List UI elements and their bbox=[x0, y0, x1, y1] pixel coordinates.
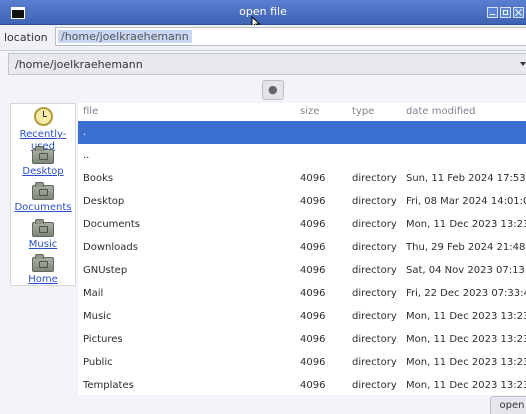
cell-date: Mon, 11 Dec 2023 13:23:17 +0 bbox=[406, 219, 526, 230]
folder-music-icon bbox=[32, 219, 54, 237]
cell-size: 4096 bbox=[300, 380, 326, 391]
cell-date: Thu, 29 Feb 2024 21:48:56 + bbox=[406, 242, 526, 253]
cell-size: 4096 bbox=[300, 242, 326, 253]
cell-type: directory bbox=[352, 288, 397, 299]
cell-size: 4096 bbox=[300, 334, 326, 345]
table-row[interactable]: Downloads 4096 directory Thu, 29 Feb 2024 2… bbox=[78, 236, 526, 259]
sidebar-item-documents[interactable]: Documents bbox=[11, 182, 75, 214]
cell-type: directory bbox=[352, 334, 397, 345]
cell-type: directory bbox=[352, 219, 397, 230]
cell-type: directory bbox=[352, 265, 397, 276]
cell-name: Books bbox=[83, 173, 114, 184]
table-row[interactable]: Documents 4096 directory Mon, 11 Dec 2023 1… bbox=[78, 213, 526, 236]
cell-name: Public bbox=[83, 357, 113, 368]
cell-name: Downloads bbox=[83, 242, 138, 253]
column-header-size[interactable]: size bbox=[300, 103, 319, 121]
open-button[interactable]: open bbox=[490, 396, 526, 414]
cell-size: 4096 bbox=[300, 357, 326, 368]
location-bar: location /home/joelkraehemann bbox=[0, 25, 526, 51]
folder-home-icon bbox=[32, 254, 54, 272]
sidebar-item-label[interactable]: Desktop bbox=[11, 166, 75, 178]
file-list[interactable]: file size type date modified ... Books 409… bbox=[78, 103, 526, 395]
location-label: location bbox=[4, 31, 48, 44]
cell-type: directory bbox=[352, 357, 397, 368]
table-row[interactable]: .. bbox=[78, 144, 526, 167]
column-header-type[interactable]: type bbox=[352, 103, 374, 121]
cell-type: directory bbox=[352, 311, 397, 322]
show-hidden-toggle-button[interactable]: ● bbox=[262, 80, 284, 100]
sidebar-item-label[interactable]: Documents bbox=[11, 202, 75, 214]
cell-size: 4096 bbox=[300, 173, 326, 184]
cell-name: Mail bbox=[83, 288, 104, 299]
table-row[interactable]: Pictures 4096 directory Mon, 11 Dec 2023 13… bbox=[78, 328, 526, 351]
cell-date: Fri, 08 Mar 2024 14:01:01 +0 bbox=[406, 196, 526, 207]
table-row[interactable]: Desktop 4096 directory Fri, 08 Mar 2024 14:… bbox=[78, 190, 526, 213]
cell-name: Pictures bbox=[83, 334, 123, 345]
title-bar[interactable]: open file bbox=[0, 0, 526, 30]
cell-size: 4096 bbox=[300, 288, 326, 299]
cell-name: GNUstep bbox=[83, 265, 128, 276]
cell-date: Mon, 11 Dec 2023 13:23:17 +0 bbox=[406, 334, 526, 345]
folder-desktop-icon bbox=[32, 146, 54, 164]
location-input[interactable]: /home/joelkraehemann bbox=[55, 27, 526, 46]
clock-icon bbox=[33, 107, 53, 126]
path-dropdown[interactable]: /home/joelkraehemann bbox=[8, 53, 526, 75]
table-row[interactable]: . bbox=[78, 121, 526, 144]
open-file-dialog: open file location /home/joelkraehemann … bbox=[0, 0, 526, 414]
table-row[interactable]: GNUstep 4096 directory Sat, 04 Nov 2023 07:… bbox=[78, 259, 526, 282]
table-row[interactable]: Music 4096 directory Mon, 11 Dec 2023 13:23… bbox=[78, 305, 526, 328]
maximize-button[interactable] bbox=[500, 7, 511, 18]
cell-date: Mon, 11 Dec 2023 13:23:17 +0 bbox=[406, 380, 526, 391]
cell-name: Templates bbox=[83, 380, 134, 391]
cell-name: . bbox=[83, 127, 87, 138]
sidebar-item-label[interactable]: Home bbox=[11, 274, 75, 286]
toggle-view-icon: ● bbox=[268, 83, 278, 96]
cell-date: Sat, 04 Nov 2023 07:13:08 +0 bbox=[406, 265, 526, 276]
minimize-button[interactable] bbox=[487, 7, 498, 18]
close-button[interactable] bbox=[513, 7, 524, 18]
sidebar-item-desktop[interactable]: Desktop bbox=[11, 146, 75, 178]
cell-size: 4096 bbox=[300, 265, 326, 276]
cell-name: Documents bbox=[83, 219, 141, 230]
cell-name: .. bbox=[83, 150, 90, 161]
column-header-file[interactable]: file bbox=[83, 103, 98, 121]
location-input-value: /home/joelkraehemann bbox=[58, 30, 192, 43]
cell-type: directory bbox=[352, 242, 397, 253]
column-header-date-modified[interactable]: date modified bbox=[406, 103, 476, 121]
cell-date: Mon, 11 Dec 2023 13:23:17 +0 bbox=[406, 311, 526, 322]
cell-size: 4096 bbox=[300, 311, 326, 322]
cell-date: Sun, 11 Feb 2024 17:53:00 +0 bbox=[406, 173, 526, 184]
sidebar-item-music[interactable]: Music bbox=[11, 219, 75, 251]
table-row[interactable]: Templates 4096 directory Mon, 11 Dec 2023 1… bbox=[78, 374, 526, 395]
cell-type: directory bbox=[352, 196, 397, 207]
cell-type: directory bbox=[352, 173, 397, 184]
cell-name: Desktop bbox=[83, 196, 125, 207]
path-dropdown-value: /home/joelkraehemann bbox=[15, 58, 143, 71]
sidebar-item-label[interactable]: Music bbox=[11, 239, 75, 251]
cell-size: 4096 bbox=[300, 196, 326, 207]
cell-type: directory bbox=[352, 380, 397, 391]
cell-name: Music bbox=[83, 311, 112, 322]
chevron-down-icon bbox=[520, 62, 526, 66]
folder-documents-icon bbox=[32, 182, 54, 200]
window-title: open file bbox=[239, 5, 287, 18]
cell-size: 4096 bbox=[300, 219, 326, 230]
sidebar-item-home[interactable]: Home bbox=[11, 254, 75, 286]
table-row[interactable]: Mail 4096 directory Fri, 22 Dec 2023 07:33:… bbox=[78, 282, 526, 305]
table-row[interactable]: Public 4096 directory Mon, 11 Dec 2023 13:2… bbox=[78, 351, 526, 374]
places-sidebar: Recently-used Desktop Documents Music Ho… bbox=[10, 103, 76, 286]
table-row[interactable]: Books 4096 directory Sun, 11 Feb 2024 17:53… bbox=[78, 167, 526, 190]
cell-date: Fri, 22 Dec 2023 07:33:42 +0 bbox=[406, 288, 526, 299]
cell-date: Mon, 11 Dec 2023 13:23:17 +0 bbox=[406, 357, 526, 368]
